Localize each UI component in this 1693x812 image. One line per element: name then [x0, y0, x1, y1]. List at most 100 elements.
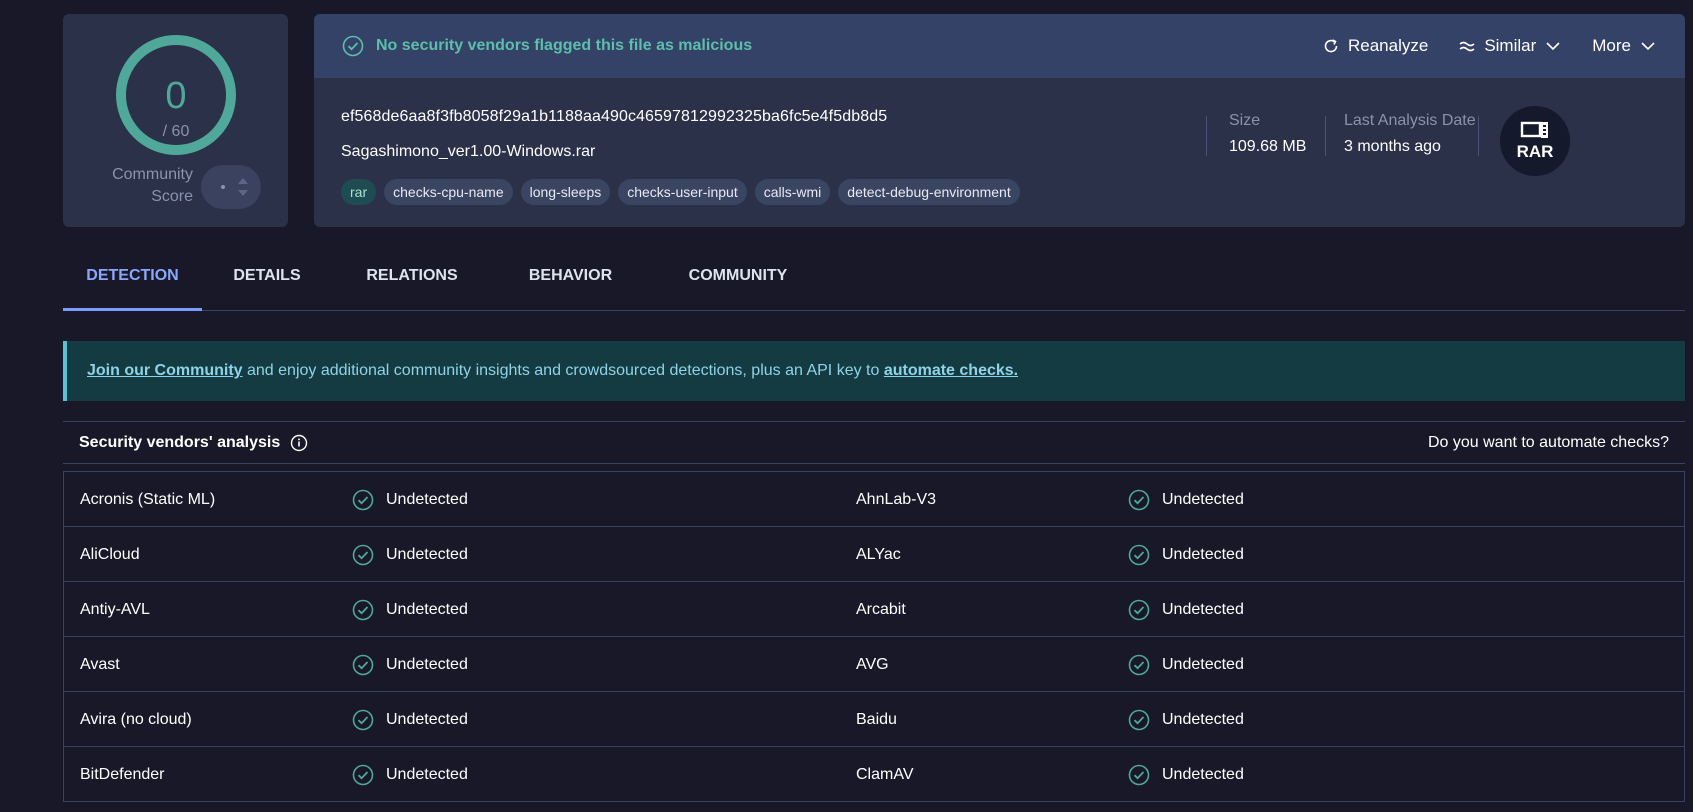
result-label: Undetected [1162, 545, 1244, 563]
vendor-name: Antiy-AVL [80, 600, 150, 618]
notice-text: and enjoy additional community insights … [242, 362, 884, 379]
result-label: Undetected [386, 710, 468, 728]
vote-arrows-icon[interactable] [237, 174, 249, 200]
vendor-row: Avira (no cloud) Undetected Baidu Undetecte… [64, 692, 1684, 747]
tag[interactable]: checks-user-input [618, 179, 747, 205]
vendor-result: Undetected [1128, 472, 1244, 527]
file-tags: rar checks-cpu-name long-sleeps checks-u… [341, 179, 1020, 205]
divider [1325, 116, 1326, 156]
result-label: Undetected [386, 545, 468, 563]
check-circle-icon [1128, 654, 1150, 675]
automate-checks-link[interactable]: automate checks. [884, 362, 1018, 380]
vendor-name: Avast [80, 655, 120, 673]
detection-score-card: 0 / 60 Community Score [63, 14, 288, 227]
result-label: Undetected [1162, 490, 1244, 508]
similar-dropdown[interactable]: Similar [1458, 36, 1562, 56]
result-label: Undetected [1162, 765, 1244, 783]
check-circle-icon [1128, 489, 1150, 510]
check-circle-icon [352, 764, 374, 785]
vendor-name: Avira (no cloud) [80, 710, 192, 728]
check-circle-icon [1128, 599, 1150, 620]
file-type-badge: RAR [1500, 106, 1570, 176]
tab-detection[interactable]: DETECTION [63, 256, 202, 311]
vendor-name: Acronis (Static ML) [80, 490, 216, 508]
vendor-name: Arcabit [856, 600, 906, 618]
neutral-dot-icon [221, 185, 225, 189]
more-dropdown[interactable]: More [1592, 36, 1657, 56]
check-circle-icon [1128, 709, 1150, 730]
vendors-header: Security vendors' analysis Do you want t… [63, 421, 1685, 464]
verdict-banner: No security vendors flagged this file as… [314, 14, 1685, 78]
tag[interactable]: detect-debug-environment [838, 179, 1020, 205]
result-label: Undetected [1162, 710, 1244, 728]
result-label: Undetected [1162, 655, 1244, 673]
vendor-result: Undetected [352, 637, 468, 692]
result-label: Undetected [1162, 600, 1244, 618]
engine-total: / 60 [162, 123, 190, 140]
vendor-row: Avast Undetected AVG Undetected [64, 637, 1684, 692]
report-tabs: DETECTION DETAILS RELATIONS BEHAVIOR COM… [63, 256, 1685, 311]
vendor-row: Acronis (Static ML) Undetected AhnLab-V3 Un… [64, 472, 1684, 527]
check-circle-icon [352, 709, 374, 730]
tag[interactable]: long-sleeps [520, 179, 611, 205]
similar-waves-icon [1459, 41, 1475, 52]
vendor-name: Baidu [856, 710, 897, 728]
tag[interactable]: checks-cpu-name [384, 179, 513, 205]
vendor-result: Undetected [352, 692, 468, 747]
check-circle-icon [352, 489, 374, 510]
reanalyze-button[interactable]: Reanalyze [1322, 36, 1428, 56]
file-hash[interactable]: ef568de6aa8f3fb8058f29a1b1188aa490c46597… [341, 108, 887, 126]
result-label: Undetected [386, 655, 468, 673]
file-size: Size 109.68 MB [1229, 112, 1307, 155]
check-circle-icon [352, 544, 374, 565]
tab-community[interactable]: COMMUNITY [649, 256, 827, 311]
tag[interactable]: rar [341, 179, 377, 205]
detection-count: 0 [165, 75, 187, 117]
vendors-table: Acronis (Static ML) Undetected AhnLab-V3 Un… [63, 471, 1685, 802]
check-circle-icon [352, 654, 374, 675]
vendor-name: ClamAV [856, 765, 914, 783]
chevron-down-icon [1641, 42, 1655, 51]
archive-icon [1520, 121, 1548, 138]
divider [1478, 116, 1479, 156]
vendor-result: Undetected [1128, 637, 1244, 692]
vendor-name: BitDefender [80, 765, 165, 783]
vendor-name: ALYac [856, 545, 901, 563]
last-analysis-date: Last Analysis Date 3 months ago [1344, 112, 1476, 155]
check-circle-icon [1128, 764, 1150, 785]
divider [1206, 116, 1207, 156]
vendor-row: BitDefender Undetected ClamAV Undetected [64, 747, 1684, 802]
vendor-name: AhnLab-V3 [856, 490, 937, 508]
check-circle-icon [1128, 544, 1150, 565]
result-label: Undetected [386, 490, 468, 508]
result-label: Undetected [386, 765, 468, 783]
refresh-icon [1324, 39, 1338, 53]
join-community-link[interactable]: Join our Community [87, 362, 243, 380]
info-icon[interactable] [290, 434, 308, 452]
vendor-result: Undetected [352, 747, 468, 802]
verdict-message: No security vendors flagged this file as… [376, 37, 753, 54]
banner-actions: Reanalyze Similar More [1322, 36, 1657, 56]
vendor-result: Undetected [1128, 582, 1244, 637]
vendor-result: Undetected [352, 472, 468, 527]
community-score-vote[interactable] [201, 165, 261, 209]
tab-relations[interactable]: RELATIONS [332, 256, 492, 311]
tag[interactable]: calls-wmi [754, 179, 831, 205]
vendor-result: Undetected [352, 582, 468, 637]
vendor-result: Undetected [1128, 747, 1244, 802]
check-circle-icon [342, 35, 364, 57]
vendor-result: Undetected [1128, 527, 1244, 582]
automate-checks-prompt[interactable]: Do you want to automate checks? [1428, 434, 1669, 452]
vendor-name: AliCloud [80, 545, 140, 563]
vendor-result: Undetected [352, 527, 468, 582]
tab-details[interactable]: DETAILS [202, 256, 332, 311]
chevron-down-icon [1546, 42, 1560, 51]
check-circle-icon [352, 599, 374, 620]
vendor-row: AliCloud Undetected ALYac Undetected [64, 527, 1684, 582]
vendor-name: AVG [856, 655, 889, 673]
file-name: Sagashimono_ver1.00-Windows.rar [341, 143, 596, 160]
community-score-label: Community Score [112, 166, 193, 205]
tab-behavior[interactable]: BEHAVIOR [492, 256, 649, 311]
file-info-card: No security vendors flagged this file as… [314, 14, 1685, 227]
vendor-result: Undetected [1128, 692, 1244, 747]
